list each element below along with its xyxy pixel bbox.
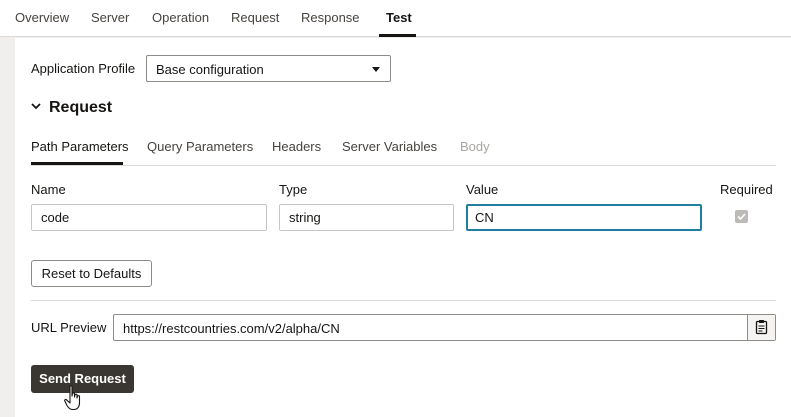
chevron-down-icon[interactable]	[31, 101, 41, 111]
copy-url-button[interactable]	[748, 315, 775, 340]
application-profile-value: Base configuration	[156, 62, 264, 77]
column-header-type: Type	[279, 182, 308, 197]
request-section-title[interactable]: Request	[49, 99, 112, 117]
url-preview-value: https://restcountries.com/v2/alpha/CN	[123, 321, 340, 336]
tab-test[interactable]: Test	[386, 10, 412, 25]
subtab-headers[interactable]: Headers	[272, 139, 321, 154]
tab-request[interactable]: Request	[231, 10, 279, 25]
check-icon	[737, 213, 746, 221]
tab-response[interactable]: Response	[301, 10, 360, 25]
clipboard-icon	[755, 320, 768, 335]
param-name-input[interactable]	[31, 204, 267, 231]
application-profile-select[interactable]: Base configuration	[146, 55, 391, 82]
column-header-value: Value	[466, 182, 499, 197]
url-preview-field[interactable]: https://restcountries.com/v2/alpha/CN	[113, 314, 776, 341]
subtab-query-parameters[interactable]: Query Parameters	[147, 139, 253, 154]
reset-to-defaults-button[interactable]: Reset to Defaults	[31, 260, 152, 287]
tab-overview[interactable]: Overview	[15, 10, 69, 25]
application-profile-label: Application Profile	[31, 61, 136, 76]
subtab-path-parameters[interactable]: Path Parameters	[31, 139, 129, 154]
url-preview-label: URL Preview	[31, 320, 107, 335]
subtab-body: Body	[460, 139, 490, 154]
column-header-required: Required	[720, 182, 773, 197]
subtab-divider	[31, 165, 776, 166]
active-subtab-indicator	[31, 162, 123, 165]
column-header-name: Name	[31, 182, 66, 197]
top-nav: Overview Server Operation Request Respon…	[0, 0, 791, 37]
subtab-server-variables[interactable]: Server Variables	[342, 139, 437, 154]
param-type-input[interactable]	[279, 204, 454, 231]
section-divider	[31, 300, 776, 301]
param-value-input[interactable]	[466, 204, 702, 231]
param-required-checkbox	[735, 210, 748, 223]
tab-operation[interactable]: Operation	[152, 10, 209, 25]
active-tab-indicator	[379, 34, 416, 37]
tab-server[interactable]: Server	[91, 10, 129, 25]
caret-down-icon	[372, 67, 380, 72]
hand-pointer-icon	[64, 385, 81, 411]
